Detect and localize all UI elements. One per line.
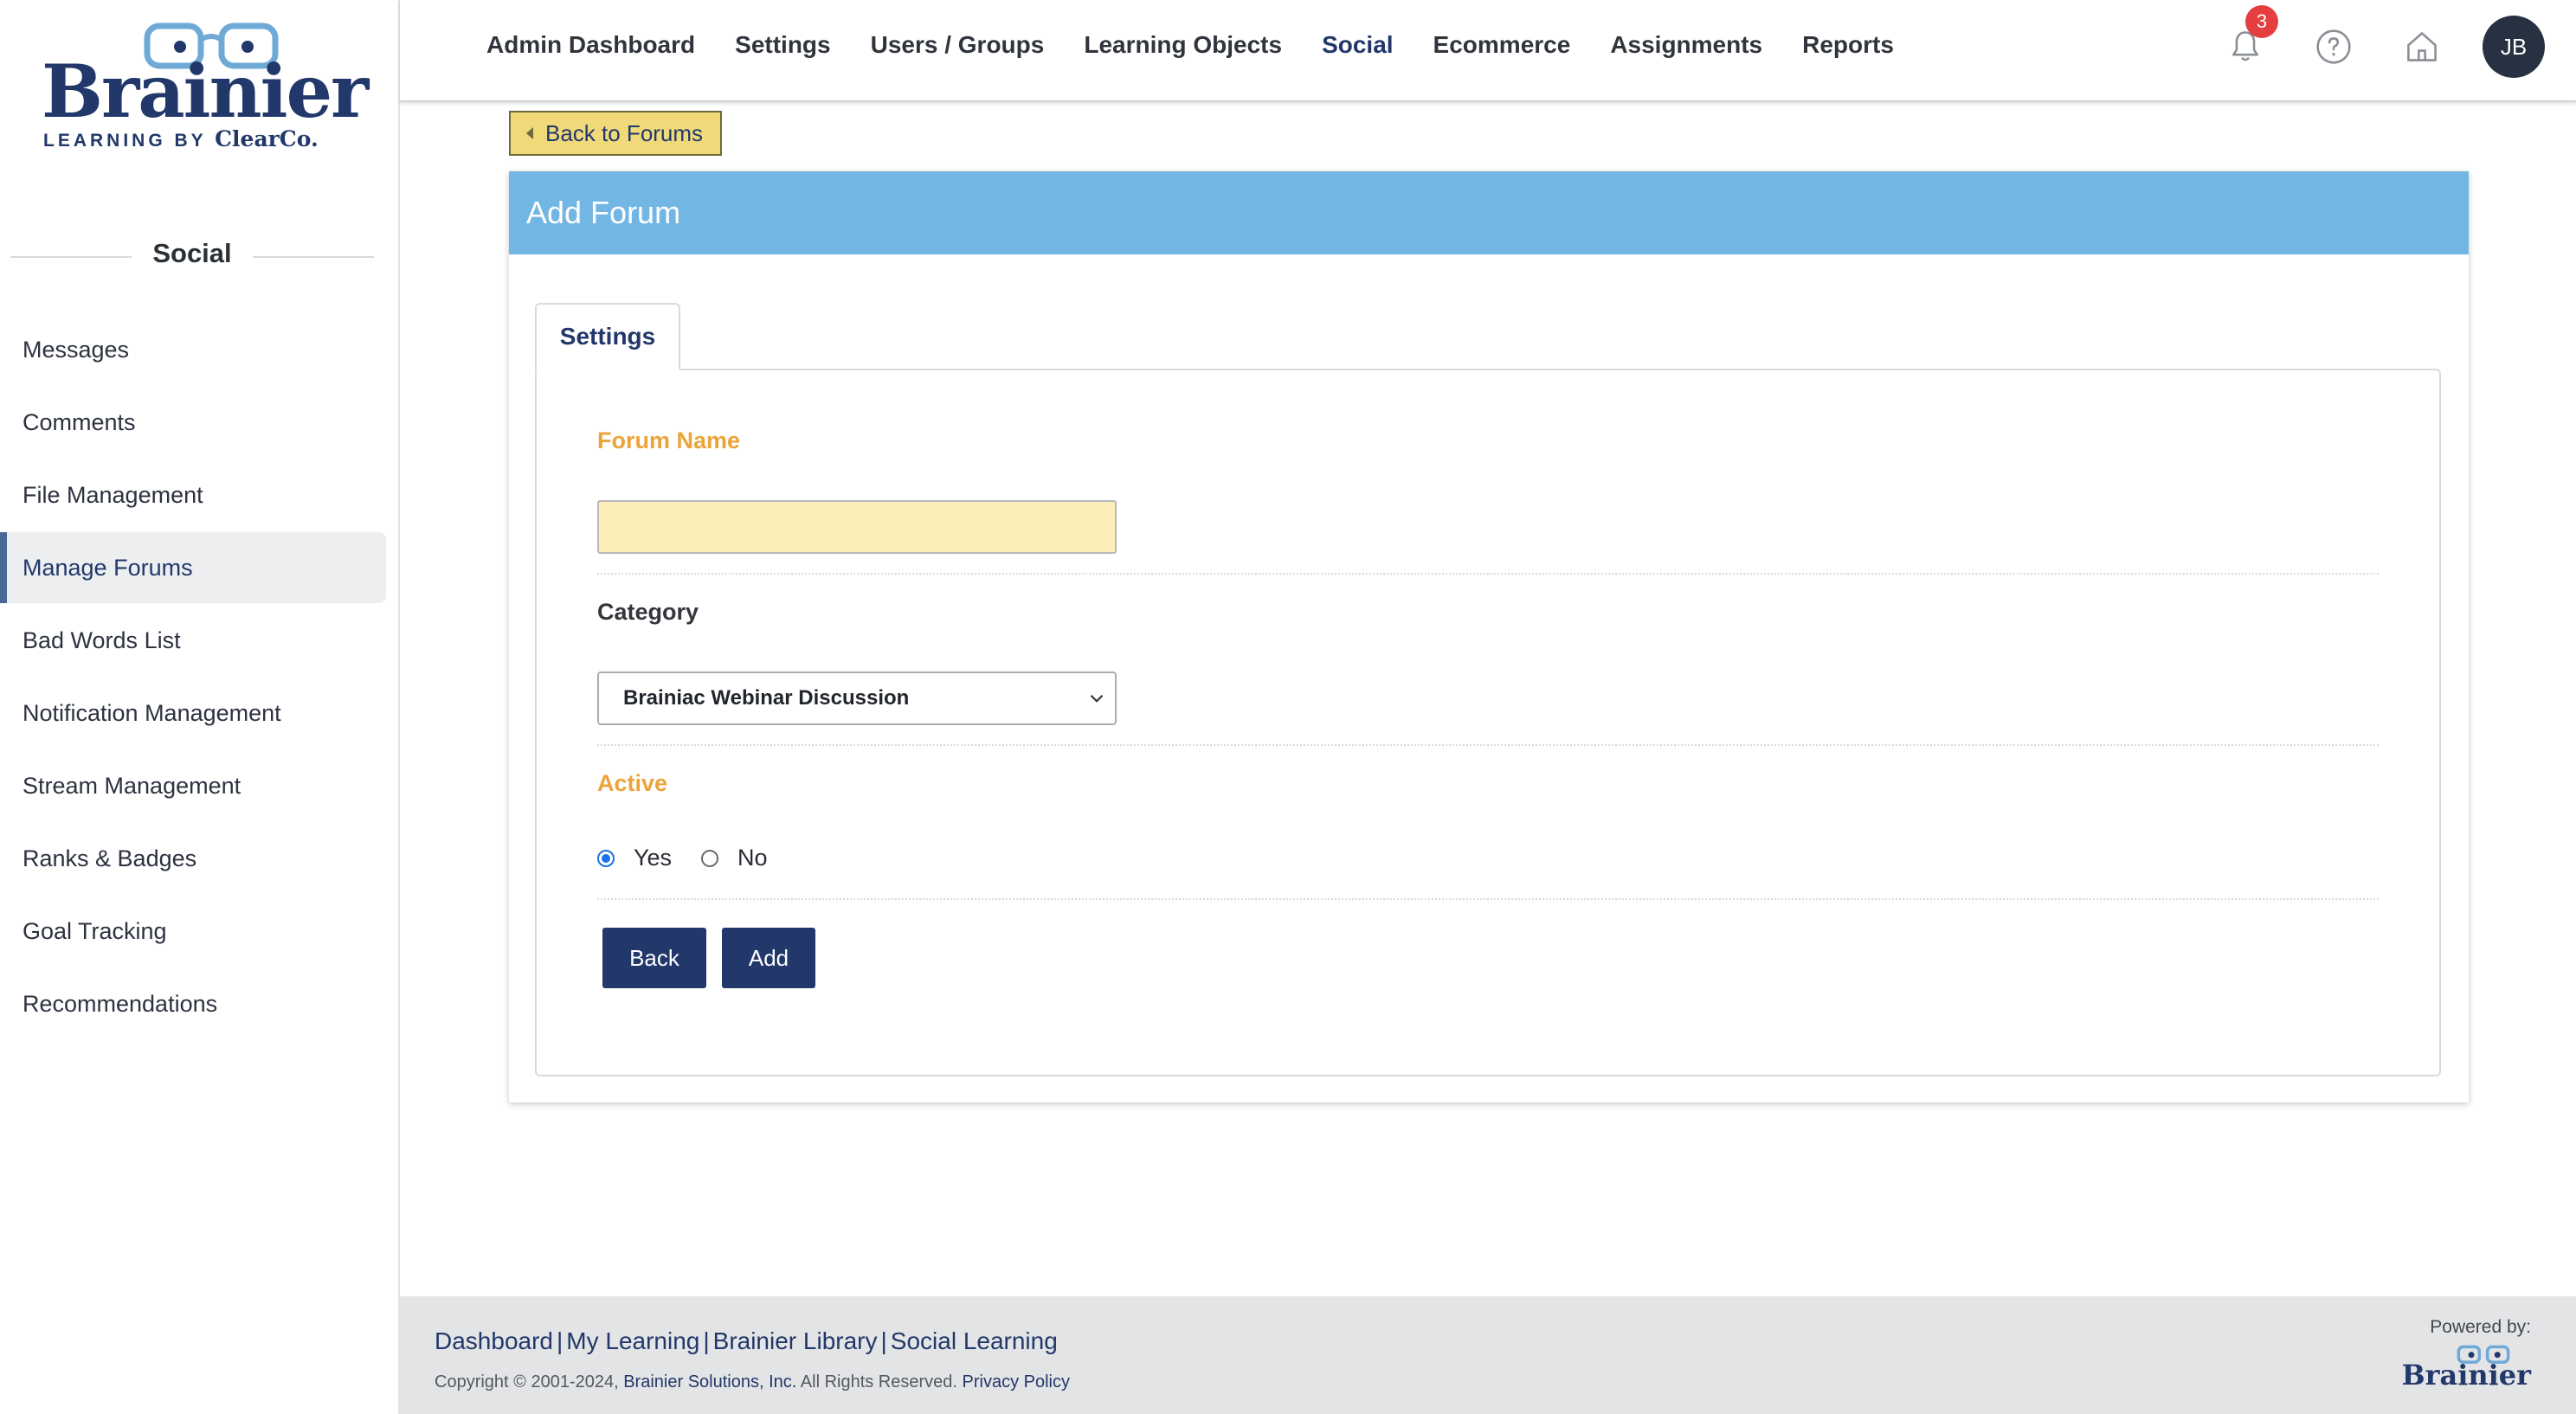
nav-reports[interactable]: Reports [1802,31,1894,59]
tagline-company: ClearCo. [215,126,319,151]
top-icons: 3 JB [2188,5,2545,78]
top-navigation-bar: Admin Dashboard Settings Users / Groups … [400,0,2576,102]
forum-name-input[interactable] [597,500,1117,554]
add-forum-panel: Add Forum Settings Forum Name Category B… [509,171,2469,1102]
powered-by-label: Powered by: [2430,1317,2531,1337]
copyright-text: Copyright © 2001-2024, Brainier Solution… [435,1372,1070,1392]
powered-by: Powered by: Brainier [2402,1317,2531,1392]
back-button[interactable]: Back [602,928,706,988]
help-icon [2316,29,2351,64]
footer-link-my-learning[interactable]: My Learning [566,1327,699,1354]
caret-left-icon [526,127,533,139]
sidebar-section-title: Social [152,238,232,268]
forum-name-label: Forum Name [597,427,741,453]
link-separator: | [880,1327,887,1354]
home-button[interactable] [2391,16,2453,78]
link-separator: | [703,1327,710,1354]
panel-title: Add Forum [509,171,2469,254]
sidebar-item-recommendations[interactable]: Recommendations [0,968,386,1039]
sidebar-section-heading: Social [10,234,374,277]
active-yes-label[interactable]: Yes [634,845,672,871]
active-no-label[interactable]: No [737,845,768,871]
settings-tab-content: Forum Name Category Brainiac Webinar Dis… [535,369,2441,1077]
nav-learning-objects[interactable]: Learning Objects [1084,31,1282,59]
active-no-radio[interactable] [701,849,719,867]
sidebar-item-messages[interactable]: Messages [0,314,386,385]
sidebar-item-stream-management[interactable]: Stream Management [0,750,386,821]
divider [597,744,2379,746]
sidebar-menu: Messages Comments File Management Manage… [0,314,386,1041]
back-to-forums-label: Back to Forums [545,119,704,146]
sidebar-item-ranks-badges[interactable]: Ranks & Badges [0,823,386,894]
main-nav: Admin Dashboard Settings Users / Groups … [486,0,1934,90]
powered-by-brand: Brainier [2401,1359,2531,1392]
tab-settings[interactable]: Settings [535,303,680,370]
back-to-forums-button[interactable]: Back to Forums [509,111,723,156]
footer-link-dashboard[interactable]: Dashboard [435,1327,553,1354]
active-radio-group: Yes No [597,845,797,871]
divider [597,573,2379,575]
nav-assignments[interactable]: Assignments [1610,31,1762,59]
nav-ecommerce[interactable]: Ecommerce [1433,31,1571,59]
sidebar-item-goal-tracking[interactable]: Goal Tracking [0,896,386,967]
footer-links: Dashboard | My Learning | Brainier Library | S… [435,1327,1058,1355]
category-selected-value: Brainiac Webinar Discussion [623,686,910,710]
notifications-button[interactable]: 3 [2214,5,2278,78]
sidebar: Brainier LEARNING BY ClearCo. Social Mes… [0,0,400,1414]
active-label: Active [597,770,668,796]
sidebar-item-notification-management[interactable]: Notification Management [0,678,386,749]
copyright-company: Brainier Solutions, Inc. [623,1372,797,1392]
nav-settings[interactable]: Settings [735,31,830,59]
sidebar-item-comments[interactable]: Comments [0,387,386,458]
footer: Dashboard | My Learning | Brainier Library | S… [400,1296,2576,1414]
home-icon [2407,32,2437,61]
brainier-logo[interactable]: Brainier LEARNING BY ClearCo. [42,21,369,159]
tagline-prefix: LEARNING BY [43,131,207,151]
user-avatar[interactable]: JB [2483,16,2545,78]
notification-count-badge: 3 [2245,5,2278,38]
footer-link-brainier-library[interactable]: Brainier Library [713,1327,878,1354]
active-yes-radio[interactable] [597,849,615,867]
privacy-policy-link[interactable]: Privacy Policy [963,1372,1070,1392]
category-label: Category [597,599,699,625]
divider [253,256,374,258]
add-button[interactable]: Add [722,928,815,988]
powered-by-logo: Brainier [2402,1345,2531,1392]
link-separator: | [556,1327,564,1354]
nav-admin-dashboard[interactable]: Admin Dashboard [486,31,695,59]
nav-users-groups[interactable]: Users / Groups [871,31,1045,59]
sidebar-item-file-management[interactable]: File Management [0,460,386,530]
nav-social[interactable]: Social [1322,31,1393,59]
brand-tagline: LEARNING BY ClearCo. [43,126,346,151]
copyright-prefix: Copyright © 2001-2024, [435,1372,619,1392]
copyright-suffix: All Rights Reserved. [800,1372,957,1392]
help-button[interactable] [2302,16,2365,78]
footer-link-social-learning[interactable]: Social Learning [891,1327,1058,1354]
brand-name: Brainier [42,48,369,134]
chevron-down-icon [1090,694,1104,703]
category-select[interactable]: Brainiac Webinar Discussion [597,672,1117,725]
divider [597,898,2379,900]
sidebar-item-manage-forums[interactable]: Manage Forums [0,532,386,603]
sidebar-item-bad-words-list[interactable]: Bad Words List [0,605,386,676]
